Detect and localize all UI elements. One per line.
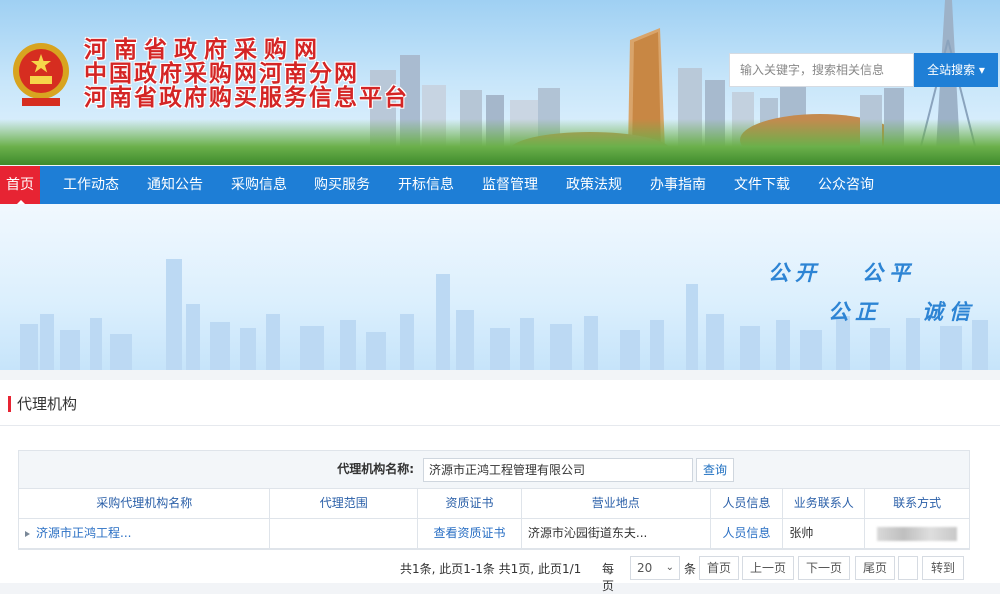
- per-page-value: 20: [637, 561, 653, 575]
- section-marker: [8, 396, 11, 412]
- nav-item-work-news[interactable]: 工作动态: [63, 166, 119, 204]
- site-search-button[interactable]: 全站搜索 ▾: [914, 53, 998, 87]
- nav-item-consulting[interactable]: 公众咨询: [818, 166, 874, 204]
- last-page-button[interactable]: 尾页: [855, 556, 895, 580]
- nav-item-notices[interactable]: 通知公告: [147, 166, 203, 204]
- main-nav: 首页 工作动态 通知公告 采购信息 购买服务 开标信息 监督管理 政策法规 办事…: [0, 166, 1000, 204]
- agency-name-input[interactable]: 济源市正鸿工程管理有限公司: [423, 458, 693, 482]
- page-title: 代理机构: [17, 395, 78, 413]
- table-row: 济源市正鸿工程... 查看资质证书 济源市沁园街道东夫... 人员信息 张帅: [19, 519, 969, 549]
- contact-person-cell: 张帅: [783, 519, 866, 548]
- slogan-just: 公正: [828, 300, 882, 324]
- redacted-phone: [877, 527, 958, 541]
- nav-item-policies[interactable]: 政策法规: [566, 166, 622, 204]
- site-search-input[interactable]: 输入关键字，搜索相关信息: [729, 53, 914, 87]
- per-page-select[interactable]: 20 ⌄: [630, 556, 680, 580]
- nav-item-purchase-services[interactable]: 购买服务: [314, 166, 370, 204]
- agency-name-cell[interactable]: 济源市正鸿工程...: [19, 519, 271, 548]
- certificate-cell: 查看资质证书: [418, 519, 522, 548]
- agency-name-link[interactable]: 济源市正鸿工程...: [36, 526, 131, 540]
- site-title-platform: 河南省政府购买服务信息平台: [84, 85, 409, 111]
- site-titles: 河南省政府采购网 中国政府采购网河南分网 河南省政府购买服务信息平台: [84, 38, 409, 110]
- nav-item-guide[interactable]: 办事指南: [650, 166, 706, 204]
- column-header-location: 营业地点: [521, 489, 711, 518]
- column-header-phone: 联系方式: [865, 489, 969, 518]
- expand-triangle-icon: [25, 530, 30, 537]
- site-title-main: 河南省政府采购网: [84, 37, 324, 63]
- chevron-down-icon: ⌄: [665, 562, 674, 573]
- nav-item-home[interactable]: 首页: [0, 166, 40, 204]
- scope-cell: [270, 519, 419, 548]
- column-header-certificate: 资质证书: [418, 489, 522, 518]
- first-page-button[interactable]: 首页: [699, 556, 739, 580]
- goto-button[interactable]: 转到: [922, 556, 964, 580]
- panel-header: 代理机构: [0, 380, 1000, 426]
- greenery-strip: [0, 119, 1000, 165]
- per-page-unit: 条: [684, 562, 697, 576]
- location-cell: 济源市沁园街道东夫...: [522, 519, 711, 548]
- site-title-branch: 中国政府采购网河南分网: [84, 61, 359, 87]
- agency-name-label: 代理机构名称:: [337, 462, 414, 476]
- staff-cell: 人员信息: [711, 519, 784, 548]
- chevron-down-icon: ▾: [978, 63, 985, 77]
- nav-item-bid-opening[interactable]: 开标信息: [398, 166, 454, 204]
- nav-item-procurement-info[interactable]: 采购信息: [231, 166, 287, 204]
- agency-table: 代理机构名称: 济源市正鸿工程管理有限公司 查询 采购代理机构名称 代理范围 资…: [18, 450, 970, 550]
- slogan-fair: 公平: [862, 261, 916, 285]
- phone-cell: [865, 519, 969, 548]
- next-page-button[interactable]: 下一页: [798, 556, 850, 580]
- site-header: 河南省政府采购网 中国政府采购网河南分网 河南省政府购买服务信息平台 输入关键字…: [0, 0, 1000, 165]
- nav-item-supervision[interactable]: 监督管理: [482, 166, 538, 204]
- slogan-integrity: 诚信: [922, 300, 976, 324]
- column-header-staff: 人员信息: [710, 489, 784, 518]
- slogan-open: 公开: [768, 261, 822, 285]
- view-certificate-link[interactable]: 查看资质证书: [434, 526, 506, 540]
- nav-item-downloads[interactable]: 文件下载: [734, 166, 790, 204]
- column-header-scope: 代理范围: [270, 489, 419, 518]
- staff-info-link[interactable]: 人员信息: [722, 526, 770, 540]
- goto-page-input[interactable]: [898, 556, 918, 580]
- slogan-banner: 公开 公平 公正 诚信: [0, 204, 1000, 370]
- query-button[interactable]: 查询: [696, 458, 734, 482]
- column-header-contact: 业务联系人: [783, 489, 866, 518]
- per-page-label: 每页: [602, 562, 615, 593]
- agency-panel: 代理机构 代理机构名称: 济源市正鸿工程管理有限公司 查询 采购代理机构名称 代…: [0, 380, 1000, 593]
- pagination-summary: 共1条, 此页1-1条 共1页, 此页1/1: [400, 562, 582, 576]
- prev-page-button[interactable]: 上一页: [742, 556, 794, 580]
- query-row: 代理机构名称: 济源市正鸿工程管理有限公司 查询: [19, 451, 969, 489]
- column-header-agency-name: 采购代理机构名称: [19, 489, 271, 518]
- national-emblem-icon: [13, 43, 69, 106]
- site-search-button-label: 全站搜索: [927, 63, 976, 77]
- table-header-row: 采购代理机构名称 代理范围 资质证书 营业地点 人员信息 业务联系人 联系方式: [19, 489, 969, 519]
